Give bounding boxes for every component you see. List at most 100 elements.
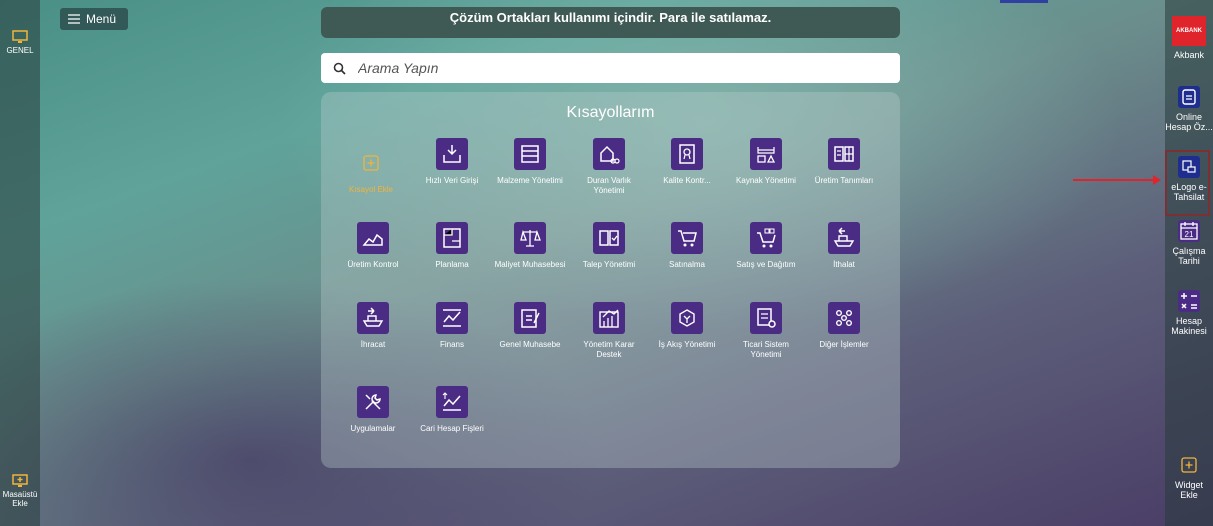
tile-label: Üretim Tanımları xyxy=(814,176,874,185)
shortcut-kalite-kontrol[interactable]: Kalite Kontr... xyxy=(651,138,723,186)
shortcut-uretim-kontrol[interactable]: Üretim Kontrol xyxy=(337,222,409,270)
monitor-icon xyxy=(12,30,28,43)
shortcut-uretim-tanimlari[interactable]: Üretim Tanımları xyxy=(808,138,880,186)
tile-label: Malzeme Yönetimi xyxy=(497,176,563,185)
data-import-icon xyxy=(436,138,468,170)
decision-support-icon xyxy=(593,302,625,334)
tile-label: Kaynak Yönetimi xyxy=(736,176,796,185)
import-ship-icon xyxy=(828,222,860,254)
tile-label: Duran Varlık Yönetimi xyxy=(587,176,631,195)
tile-label: Üretim Kontrol xyxy=(347,260,399,269)
tile-label: Yönetim Karar Destek xyxy=(583,340,635,359)
shortcut-kaynak-yonetimi[interactable]: Kaynak Yönetimi xyxy=(730,138,802,186)
production-control-icon xyxy=(357,222,389,254)
request-icon xyxy=(593,222,625,254)
shortcut-hizli-veri-girisi[interactable]: Hızlı Veri Girişi xyxy=(416,138,488,186)
shortcut-diger-islemler[interactable]: Diğer İşlemler xyxy=(808,302,880,350)
widget-add-button[interactable]: Widget Ekle xyxy=(1165,454,1213,500)
genel-label: GENEL xyxy=(6,46,34,55)
elogo-payment-icon xyxy=(1178,156,1200,178)
calculator-label: Hesap Makinesi xyxy=(1171,316,1207,336)
tile-label: Planlama xyxy=(435,260,469,269)
shortcut-maliyet-muhasebesi[interactable]: Maliyet Muhasebesi xyxy=(494,222,566,270)
shortcut-ticari-sistem[interactable]: Ticari Sistem Yönetimi xyxy=(730,302,802,360)
quality-icon xyxy=(671,138,703,170)
shortcut-duran-varlik[interactable]: Duran Varlık Yönetimi xyxy=(573,138,645,196)
tile-label: İhracat xyxy=(360,340,386,349)
account-slip-icon xyxy=(436,386,468,418)
add-shortcut-label: Kısayol Ekle xyxy=(348,185,394,194)
shortcut-uygulamalar[interactable]: Uygulamalar xyxy=(337,386,409,434)
tile-label: Hızlı Veri Girişi xyxy=(425,176,479,185)
annotation-arrow xyxy=(1073,175,1161,185)
menu-button[interactable]: Menü xyxy=(60,8,128,30)
online-label: Online Hesap Öz... xyxy=(1165,112,1213,132)
add-widget-icon xyxy=(1178,454,1200,476)
system-settings-icon xyxy=(750,302,782,334)
shortcut-genel-muhasebe[interactable]: Genel Muhasebe xyxy=(494,302,566,350)
fixed-asset-icon xyxy=(593,138,625,170)
right-sidebar: AKBANK Akbank Online Hesap Öz... eLogo e… xyxy=(1165,0,1213,526)
shortcuts-panel: Kısayollarım Kısayol Ekle Hızlı Veri Gir… xyxy=(321,92,900,468)
workflow-icon xyxy=(671,302,703,334)
banner-text: Çözüm Ortakları kullanımı içindir. Para … xyxy=(449,10,772,25)
tile-label: Kalite Kontr... xyxy=(663,176,711,185)
calculator-widget[interactable]: Hesap Makinesi xyxy=(1165,290,1213,336)
desktop-add-label: Masaüstü Ekle xyxy=(2,490,38,508)
add-shortcut-icon xyxy=(355,147,387,179)
tile-label: Maliyet Muhasebesi xyxy=(494,260,566,269)
other-dots-icon xyxy=(828,302,860,334)
desktop-add-button[interactable]: Masaüstü Ekle xyxy=(0,474,40,508)
calculator-icon xyxy=(1178,290,1200,312)
production-def-icon xyxy=(828,138,860,170)
add-desktop-icon xyxy=(12,474,28,487)
add-shortcut-tile[interactable]: Kısayol Ekle xyxy=(335,147,407,195)
tile-label: Genel Muhasebe xyxy=(499,340,561,349)
tile-label: Uygulamalar xyxy=(350,424,396,433)
elogo-widget[interactable]: eLogo e-Tahsilat xyxy=(1165,156,1213,202)
calendar-icon: 21 xyxy=(1178,220,1200,242)
shortcut-yonetim-karar-destek[interactable]: Yönetim Karar Destek xyxy=(573,302,645,360)
tile-label: Cari Hesap Fişleri xyxy=(420,424,484,433)
tile-label: Satınalma xyxy=(668,260,706,269)
partner-banner: Çözüm Ortakları kullanımı içindir. Para … xyxy=(321,7,900,38)
tile-label: Satış ve Dağıtım xyxy=(736,260,796,269)
tile-label: Ticari Sistem Yönetimi xyxy=(743,340,789,359)
shortcut-ihracat[interactable]: İhracat xyxy=(337,302,409,350)
planning-icon xyxy=(436,222,468,254)
shortcuts-title: Kısayollarım xyxy=(566,104,655,121)
search-bar[interactable] xyxy=(321,53,900,83)
shortcut-malzeme-yonetimi[interactable]: Malzeme Yönetimi xyxy=(494,138,566,186)
genel-desktop-button[interactable]: GENEL xyxy=(0,30,40,55)
shortcut-finans[interactable]: Finans xyxy=(416,302,488,350)
search-icon xyxy=(333,62,346,75)
widget-add-label: Widget Ekle xyxy=(1174,480,1203,500)
search-input[interactable] xyxy=(356,59,860,77)
hamburger-icon xyxy=(68,14,80,24)
tools-icon xyxy=(357,386,389,418)
akbank-widget[interactable]: AKBANK Akbank xyxy=(1165,16,1213,60)
elogo-label: eLogo e-Tahsilat xyxy=(1171,182,1207,202)
menu-label: Menü xyxy=(86,12,117,26)
online-account-widget[interactable]: Online Hesap Öz... xyxy=(1165,86,1213,132)
finance-chart-icon xyxy=(436,302,468,334)
shortcut-planlama[interactable]: Planlama xyxy=(416,222,488,270)
sales-cart-icon xyxy=(750,222,782,254)
calendar-label: Çalışma Tarihi xyxy=(1172,246,1206,266)
tile-label: Finans xyxy=(439,340,464,349)
akbank-label: Akbank xyxy=(1173,50,1205,60)
shortcut-satinalma[interactable]: Satınalma xyxy=(651,222,723,270)
tile-label: İş Akış Yönetimi xyxy=(658,340,716,349)
shortcut-is-akis-yonetimi[interactable]: İş Akış Yönetimi xyxy=(651,302,723,350)
shortcut-ithalat[interactable]: İthalat xyxy=(808,222,880,270)
top-strip xyxy=(1000,0,1048,3)
purchase-cart-icon xyxy=(671,222,703,254)
tile-label: Diğer İşlemler xyxy=(819,340,869,349)
svg-text:21: 21 xyxy=(1185,230,1194,239)
tile-label: İthalat xyxy=(833,260,855,269)
shortcut-cari-hesap-fisleri[interactable]: Cari Hesap Fişleri xyxy=(416,386,488,434)
online-statement-icon xyxy=(1178,86,1200,108)
shortcut-talep-yonetimi[interactable]: Talep Yönetimi xyxy=(573,222,645,270)
calendar-widget[interactable]: 21 Çalışma Tarihi xyxy=(1165,220,1213,266)
shortcut-satis-dagitim[interactable]: Satış ve Dağıtım xyxy=(730,222,802,270)
